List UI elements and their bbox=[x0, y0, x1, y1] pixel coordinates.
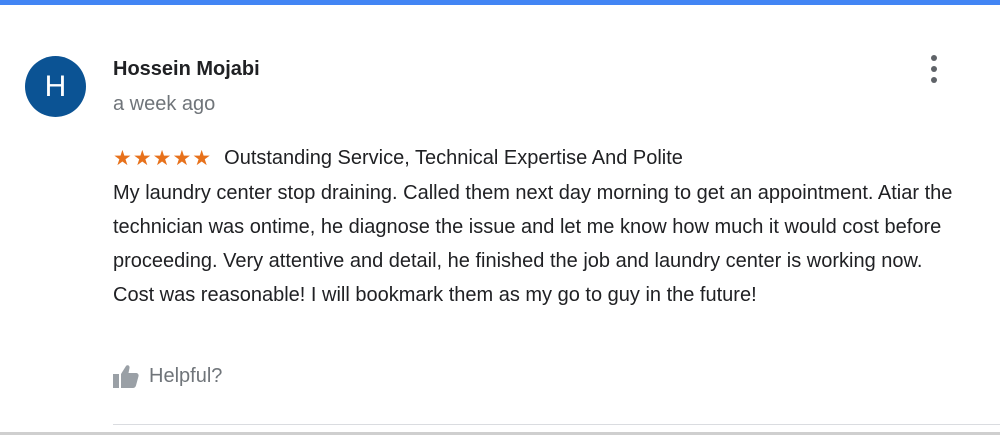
rating-row: ★★★★★ Outstanding Service, Technical Exp… bbox=[113, 146, 683, 170]
avatar-letter: H bbox=[44, 69, 67, 103]
menu-dot bbox=[931, 55, 937, 61]
review-paragraph: My laundry center stop draining. Called … bbox=[113, 182, 953, 272]
more-vert-icon[interactable] bbox=[922, 54, 946, 84]
menu-dot bbox=[931, 77, 937, 83]
avatar[interactable]: H bbox=[25, 56, 86, 117]
menu-dot bbox=[931, 66, 937, 72]
review-title: Outstanding Service, Technical Expertise… bbox=[224, 146, 683, 169]
star-rating: ★★★★★ bbox=[113, 146, 213, 170]
review-body: My laundry center stop draining. Called … bbox=[113, 176, 973, 312]
helpful-label: Helpful? bbox=[149, 364, 223, 387]
author-name[interactable]: Hossein Mojabi bbox=[113, 58, 260, 81]
review-time: a week ago bbox=[113, 93, 216, 115]
helpful-button[interactable]: Helpful? bbox=[113, 364, 222, 388]
top-accent-bar bbox=[0, 0, 1000, 5]
divider bbox=[113, 424, 1000, 425]
thumbs-up-icon bbox=[113, 365, 139, 388]
review-paragraph: Cost was reasonable! I will bookmark the… bbox=[113, 284, 757, 306]
